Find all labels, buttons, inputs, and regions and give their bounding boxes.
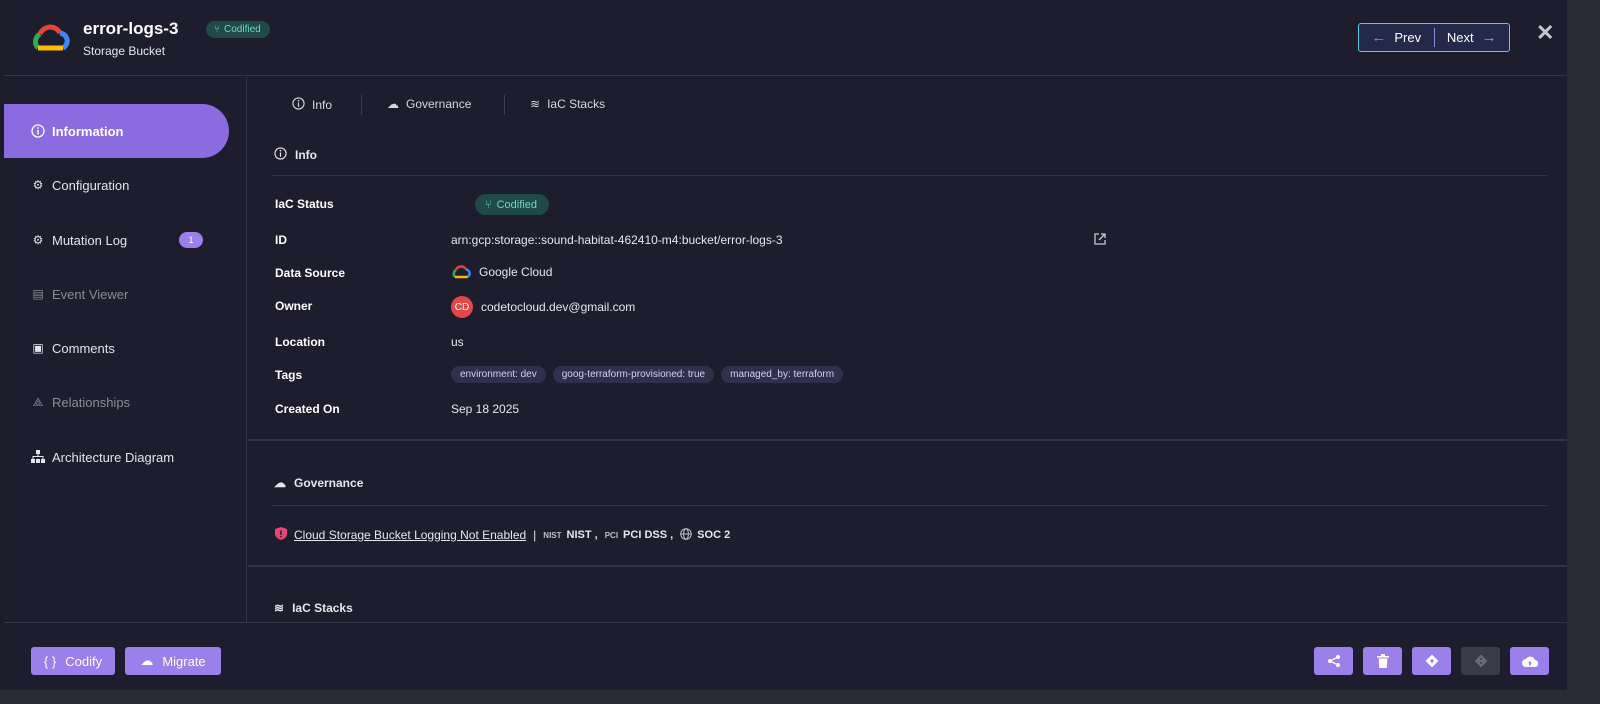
tag-chip: goog-terraform-provisioned: true [552,366,715,383]
tab-info[interactable]: Info [292,97,332,113]
cloud-migrate-icon: ☁ [140,653,154,668]
sidebar: Information ⚙ Configuration ⚙ Mutation L… [4,77,247,622]
info-icon [274,147,287,163]
governance-icon: ☁ [387,97,399,111]
divider [272,175,1547,176]
id-value: arn:gcp:storage::sound-habitat-462410-m4… [451,233,783,247]
delete-button[interactable] [1363,647,1402,675]
diamond-button[interactable] [1412,647,1451,675]
backdrop-strip [0,690,1600,704]
governance-policy-row: Cloud Storage Bucket Logging Not Enabled… [275,527,730,543]
divider [361,95,362,115]
data-source-label: Data Source [275,266,346,280]
git-icon [1474,654,1487,668]
nist-icon: NIST [543,530,562,540]
branch-icon: ⑂ [485,198,492,211]
resource-panel: error-logs-3 Storage Bucket ⑂ Codified ←… [4,0,1567,690]
info-section-heading: Info [274,147,317,163]
architecture-icon [30,449,46,465]
globe-icon [680,527,692,543]
migrate-button[interactable]: ☁ Migrate [125,647,221,675]
info-icon [30,123,46,139]
header: error-logs-3 Storage Bucket ⑂ Codified ←… [4,0,1567,76]
layers-icon: ≋ [274,601,285,615]
tag-chip: environment: dev [451,366,546,383]
tags-label: Tags [275,368,303,382]
codify-button[interactable]: { } Codify [31,647,115,675]
cloud-upload-button[interactable] [1510,647,1549,675]
id-label: ID [275,233,287,247]
divider [248,439,1567,441]
policy-link[interactable]: Cloud Storage Bucket Logging Not Enabled [294,528,526,542]
info-icon [292,97,305,113]
resource-title: error-logs-3 [83,19,179,38]
governance-icon: ☁ [274,476,286,490]
location-label: Location [275,335,325,349]
gears-icon: ⚙ [32,178,44,192]
framework-pci: PCI PCI DSS , [604,529,674,541]
arrow-right-icon: → [1481,29,1497,46]
sidebar-item-relationships[interactable]: ⟁ Relationships [4,375,229,429]
codified-badge: ⑂ Codified [206,21,270,38]
branch-icon: ⑂ [214,24,220,35]
iac-stacks-section-heading: ≋ IaC Stacks [274,601,353,615]
sidebar-item-event-viewer[interactable]: ▤ Event Viewer [4,267,229,321]
cloud-upload-icon [1521,656,1538,667]
separator: | [533,528,537,542]
mutation-count-badge: 1 [179,232,203,248]
prev-next-group: ← Prev Next → [1358,23,1510,52]
created-on-value: Sep 18 2025 [451,402,520,416]
google-cloud-icon [452,265,471,279]
event-viewer-icon: ▤ [32,287,44,301]
framework-soc2: SOC 2 [680,527,730,543]
data-source-value: Google Cloud [451,264,552,280]
sidebar-item-mutation-log[interactable]: ⚙ Mutation Log 1 [4,213,229,267]
divider [504,95,505,115]
share-icon [1327,655,1340,667]
comments-icon: ▣ [32,341,44,355]
external-link-icon[interactable] [1093,232,1107,246]
owner-label: Owner [275,299,313,313]
google-cloud-logo-icon [33,24,70,51]
location-value: us [451,335,464,349]
resource-type: Storage Bucket [83,44,166,58]
avatar: CD [451,296,473,318]
sidebar-item-architecture-diagram[interactable]: Architecture Diagram [4,430,229,484]
divider [272,505,1547,506]
iac-status-label: IaC Status [275,197,334,211]
sidebar-item-configuration[interactable]: ⚙ Configuration [4,158,229,212]
mutation-icon: ⚙ [32,233,44,247]
created-on-label: Created On [275,402,340,416]
tab-iac-stacks[interactable]: ≋ IaC Stacks [530,97,605,111]
framework-nist: NIST NIST , [543,529,598,541]
share-button[interactable] [1314,647,1353,675]
main-content: Info ☁ Governance ≋ IaC Stacks Info IaC … [248,77,1567,622]
tag-chip: managed_by: terraform [721,366,844,383]
governance-section-heading: ☁ Governance [274,476,364,490]
diamond-icon [1425,654,1438,668]
footer-toolbar: { } Codify ☁ Migrate [4,622,1567,690]
backdrop-strip [1567,0,1600,704]
sidebar-item-information[interactable]: Information [4,104,229,158]
next-button[interactable]: Next → [1435,24,1510,51]
prev-button[interactable]: ← Prev [1359,24,1434,51]
git-button[interactable] [1461,647,1500,675]
shield-alert-icon [275,527,287,543]
iac-status-badge: ⑂ Codified [475,194,549,215]
relationships-icon: ⟁ [32,394,44,409]
trash-icon [1376,654,1389,668]
owner-value: CD codetocloud.dev@gmail.com [451,296,635,318]
code-braces-icon: { } [43,653,57,669]
pci-icon: PCI [604,530,619,540]
layers-icon: ≋ [530,97,541,111]
close-icon[interactable]: ✕ [1536,20,1554,46]
arrow-left-icon: ← [1371,29,1387,46]
sidebar-item-comments[interactable]: ▣ Comments [4,321,229,375]
tab-governance[interactable]: ☁ Governance [387,97,471,111]
tags-list: environment: dev goog-terraform-provisio… [451,366,844,383]
divider [248,565,1567,567]
